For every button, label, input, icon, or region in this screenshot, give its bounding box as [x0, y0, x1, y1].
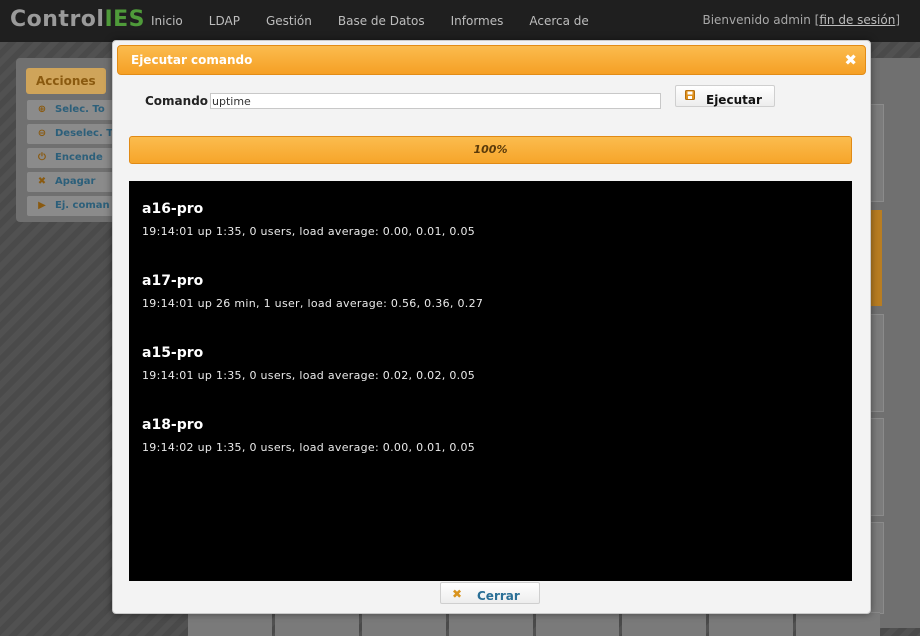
progress-bar: 100% [129, 136, 852, 164]
run-command-dialog: Ejecutar comando ✖ Comando Ejecutar 100%… [112, 40, 871, 614]
dialog-header[interactable]: Ejecutar comando ✖ [117, 45, 866, 75]
command-label: Comando [145, 94, 209, 108]
result-output: 19:14:02 up 1:35, 0 users, load average:… [142, 441, 476, 454]
tab-acciones[interactable]: Acciones [26, 68, 106, 94]
deselect-all-label: Deselec. T [55, 128, 114, 139]
host-cell[interactable] [535, 612, 620, 636]
power-icon: ⏻ [38, 152, 46, 163]
host-cell[interactable] [796, 612, 880, 636]
x-icon: ✖ [37, 176, 47, 187]
x-icon: ✖ [452, 587, 463, 601]
run-button[interactable]: Ejecutar [675, 85, 775, 107]
nav-item-gestion[interactable]: Gestión [266, 14, 312, 28]
shutdown-label: Apagar [55, 176, 96, 187]
close-icon[interactable]: ✖ [844, 51, 857, 69]
logout-link[interactable]: fin de sesión [819, 13, 895, 27]
result-entry: a15-pro 19:14:01 up 1:35, 0 users, load … [142, 345, 475, 382]
top-bar: ControlIES Inicio LDAP Gestión Base de D… [0, 0, 920, 42]
minus-circle-icon: ⊖ [37, 128, 47, 139]
main-nav: Inicio LDAP Gestión Base de Datos Inform… [151, 14, 615, 28]
welcome-text: Bienvenido admin [fin de sesión] [702, 13, 900, 27]
run-command-sidebar-label: Ej. coman [55, 200, 110, 211]
logo-part1: Control [10, 7, 105, 32]
app-logo[interactable]: ControlIES [10, 7, 145, 32]
close-button-label: Cerrar [477, 589, 520, 603]
host-cell[interactable] [448, 612, 533, 636]
run-button-label: Ejecutar [706, 93, 762, 107]
command-output-console: a16-pro 19:14:01 up 1:35, 0 users, load … [129, 181, 852, 581]
nav-item-acerca-de[interactable]: Acerca de [529, 14, 588, 28]
nav-item-base-de-datos[interactable]: Base de Datos [338, 14, 425, 28]
welcome-bracket: ] [895, 13, 900, 27]
select-all-button[interactable]: ⊕ Selec. To [27, 100, 117, 120]
result-host: a15-pro [142, 345, 204, 361]
deselect-all-button[interactable]: ⊖ Deselec. T [27, 124, 117, 144]
close-button[interactable]: ✖ Cerrar [440, 582, 540, 604]
nav-item-ldap[interactable]: LDAP [209, 14, 240, 28]
host-cell[interactable] [709, 612, 794, 636]
welcome-label: Bienvenido admin [ [702, 13, 820, 27]
nav-item-informes[interactable]: Informes [451, 14, 504, 28]
result-host: a17-pro [142, 273, 204, 289]
host-cell[interactable] [361, 612, 446, 636]
command-input[interactable] [210, 93, 661, 109]
dialog-title: Ejecutar comando [131, 53, 253, 67]
progress-text: 100% [473, 143, 508, 156]
host-cell[interactable] [622, 612, 707, 636]
result-entry: a17-pro 19:14:01 up 26 min, 1 user, load… [142, 273, 483, 310]
result-host: a16-pro [142, 201, 204, 217]
run-command-sidebar-button[interactable]: ▶ Ej. coman [27, 196, 117, 216]
host-grid-bottom [188, 612, 880, 636]
result-entry: a16-pro 19:14:01 up 1:35, 0 users, load … [142, 201, 475, 238]
result-host: a18-pro [142, 417, 204, 433]
result-output: 19:14:01 up 1:35, 0 users, load average:… [142, 369, 476, 382]
logo-part2: IES [104, 7, 146, 32]
result-output: 19:14:01 up 1:35, 0 users, load average:… [142, 225, 476, 238]
power-on-button[interactable]: ⏻ Encende [27, 148, 117, 168]
save-icon [685, 90, 695, 100]
select-all-label: Selec. To [55, 104, 105, 115]
shutdown-button[interactable]: ✖ Apagar [27, 172, 117, 192]
play-icon: ▶ [38, 200, 46, 211]
result-entry: a18-pro 19:14:02 up 1:35, 0 users, load … [142, 417, 475, 454]
plus-circle-icon: ⊕ [37, 104, 47, 115]
result-output: 19:14:01 up 26 min, 1 user, load average… [142, 297, 484, 310]
host-cell[interactable] [274, 612, 359, 636]
nav-item-inicio[interactable]: Inicio [151, 14, 183, 28]
host-cell[interactable] [188, 612, 272, 636]
power-on-label: Encende [55, 152, 103, 163]
